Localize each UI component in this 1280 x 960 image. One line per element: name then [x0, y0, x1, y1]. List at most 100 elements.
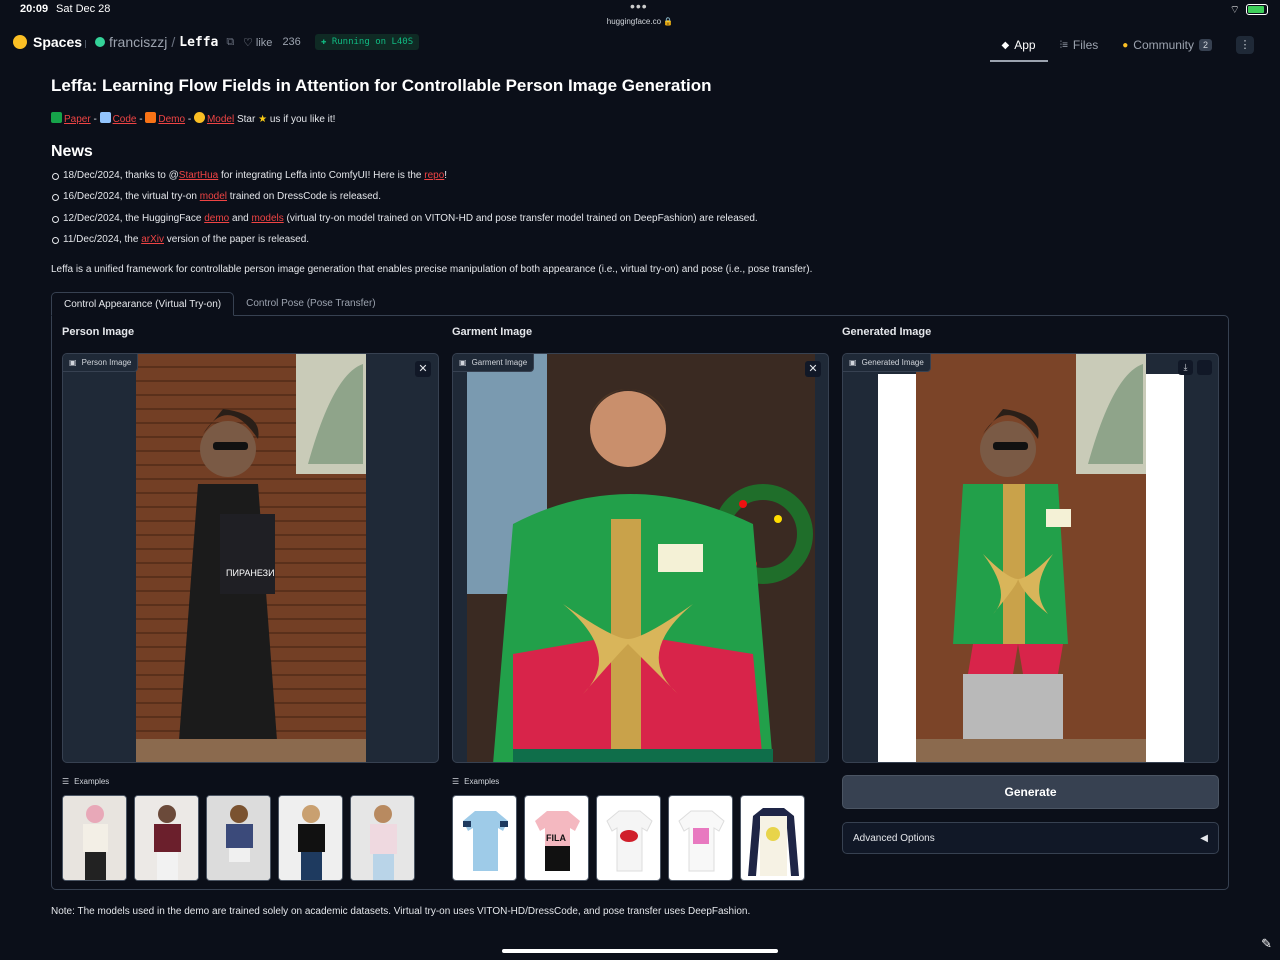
download-icon[interactable]: ⤓ — [1178, 360, 1193, 375]
kebab-icon: ⋮ — [1236, 36, 1254, 54]
like-button[interactable]: ♡ like 236 — [243, 36, 301, 49]
garment-photo — [467, 354, 815, 762]
model-link[interactable]: Model — [207, 114, 234, 125]
image-icon: ▣ — [849, 358, 857, 367]
owner-link[interactable]: franciszzj — [109, 34, 167, 50]
fire-icon — [145, 112, 157, 123]
generate-button[interactable]: Generate — [842, 775, 1219, 809]
example-thumbnail[interactable] — [668, 795, 733, 881]
files-icon: ⫶≡ — [1059, 39, 1068, 51]
code-link[interactable]: Code — [113, 114, 137, 125]
url-text: huggingface.co — [606, 17, 662, 26]
news-text: 18/Dec/2024, thanks to @ — [63, 170, 179, 181]
pencil-icon[interactable]: ✎ — [1261, 936, 1272, 952]
garment-image-upload[interactable]: ▣ Garment Image ✕ — [452, 353, 829, 763]
news-text: ! — [444, 170, 448, 181]
person-image-label-text: Person Image — [81, 358, 132, 367]
top-nav: Spaces franciszzj / Leffa ⧉ ♡ like 236 ✚… — [0, 28, 1280, 62]
generated-image-output: ▣ Generated Image ⤓ — [842, 353, 1219, 763]
person-image-title: Person Image — [62, 326, 135, 338]
person-image-upload[interactable]: ▣ Person Image ✕ ПИРАНЕЗИ — [62, 353, 439, 763]
example-thumbnail[interactable] — [134, 795, 199, 881]
example-thumbnail[interactable] — [62, 795, 127, 881]
shirt-photo — [748, 808, 799, 876]
clear-person-image-button[interactable]: ✕ — [415, 361, 431, 377]
more-menu[interactable]: ⋮ — [1224, 28, 1266, 62]
demo-link[interactable]: demo — [204, 213, 229, 224]
list-item: 16/Dec/2024, the virtual try-on model tr… — [52, 191, 758, 212]
repo-link[interactable]: repo — [424, 170, 444, 181]
tab-files[interactable]: ⫶≡ Files — [1048, 28, 1111, 62]
tab-pose-transfer[interactable]: Control Pose (Pose Transfer) — [234, 292, 388, 316]
news-list: 18/Dec/2024, thanks to @StartHua for int… — [52, 170, 758, 255]
hugging-face-icon — [193, 112, 205, 123]
example-thumbnail[interactable] — [278, 795, 343, 881]
browser-menu-dots[interactable]: ••• — [630, 0, 648, 14]
image-icon: ▣ — [69, 358, 77, 367]
description: Leffa is a unified framework for control… — [51, 264, 813, 275]
star-tail-text: us if you like it! — [269, 114, 336, 125]
running-label: Running on L40S — [331, 37, 414, 47]
demo-link[interactable]: Demo — [158, 114, 185, 125]
garment-image-title: Garment Image — [452, 326, 533, 338]
copy-icon[interactable]: ⧉ — [226, 36, 234, 49]
fullscreen-icon[interactable] — [1197, 360, 1212, 375]
example-thumbnail[interactable] — [206, 795, 271, 881]
paper-link[interactable]: Paper — [64, 114, 91, 125]
clock: 20:09 — [20, 3, 49, 15]
list-icon: ☰ — [452, 777, 460, 786]
caret-left-icon: ◀ — [1200, 832, 1208, 844]
cube-icon: ◆ — [1001, 39, 1010, 51]
shirt-photo: FILA — [535, 811, 580, 871]
repo-link[interactable]: Leffa — [179, 35, 218, 50]
status-badge[interactable]: ✚ Running on L40S — [315, 34, 420, 50]
url-bar[interactable]: huggingface.co 🔒 — [0, 17, 1280, 26]
shirt-photo — [678, 810, 725, 872]
list-icon: ☰ — [62, 777, 70, 786]
robot-icon — [99, 112, 111, 123]
news-text: 16/Dec/2024, the virtual try-on — [63, 191, 200, 203]
model-photo — [351, 796, 414, 880]
example-thumbnail[interactable] — [452, 795, 517, 881]
spaces-link[interactable]: Spaces — [13, 34, 82, 50]
tab-app[interactable]: ◆ App — [989, 28, 1048, 62]
status-bar: 20:09 Sat Dec 28 ••• huggingface.co 🔒 ⌔ — [0, 0, 1280, 26]
news-text: trained on DressCode is released. — [227, 191, 381, 203]
tab-community[interactable]: ● Community 2 — [1110, 28, 1224, 62]
models-link[interactable]: models — [251, 213, 283, 224]
output-tools: ⤓ — [1178, 360, 1212, 375]
model-link[interactable]: model — [200, 191, 227, 202]
resource-links: Paper - Code - Demo - Model Star ★ us if… — [51, 112, 335, 125]
example-thumbnail[interactable]: FILA — [524, 795, 589, 881]
like-count: 236 — [282, 36, 301, 48]
books-icon — [51, 112, 62, 123]
path-separator: / — [171, 34, 176, 50]
heart-icon: ♡ like — [243, 37, 273, 49]
generated-image-label: ▣ Generated Image — [843, 354, 931, 372]
space-tabs: ◆ App ⫶≡ Files ● Community 2 ⋮ — [989, 28, 1267, 62]
repo-path: franciszzj / Leffa ⧉ — [95, 34, 234, 50]
person-image-label: ▣ Person Image — [63, 354, 139, 372]
home-indicator[interactable] — [502, 949, 778, 953]
example-thumbnail[interactable] — [596, 795, 661, 881]
list-item: 18/Dec/2024, thanks to @StartHua for int… — [52, 170, 758, 191]
garment-image-label-text: Garment Image — [471, 358, 528, 367]
example-thumbnail[interactable] — [740, 795, 805, 881]
arxiv-link[interactable]: arXiv — [141, 234, 164, 245]
example-thumbnail[interactable] — [350, 795, 415, 881]
tab-virtual-try-on[interactable]: Control Appearance (Virtual Try-on) — [51, 292, 235, 316]
advanced-options-accordion[interactable]: Advanced Options ◀ — [842, 822, 1219, 854]
person-photo: ПИРАНЕЗИ — [136, 354, 366, 762]
clear-garment-image-button[interactable]: ✕ — [805, 361, 821, 377]
tab-files-label: Files — [1072, 38, 1099, 52]
star-icon: ★ — [258, 114, 268, 125]
starthua-link[interactable]: StartHua — [179, 170, 218, 181]
tab-panel: Person Image ▣ Person Image ✕ ПИРАНЕЗИ ☰… — [51, 315, 1229, 890]
news-text: and — [229, 212, 252, 224]
brand-label: Spaces — [33, 34, 83, 50]
shirt-photo — [463, 811, 508, 871]
tab-community-label: Community — [1133, 38, 1194, 52]
model-photo — [207, 796, 270, 880]
generated-image-label-text: Generated Image — [861, 358, 924, 367]
page-title: Leffa: Learning Flow Fields in Attention… — [51, 76, 712, 95]
